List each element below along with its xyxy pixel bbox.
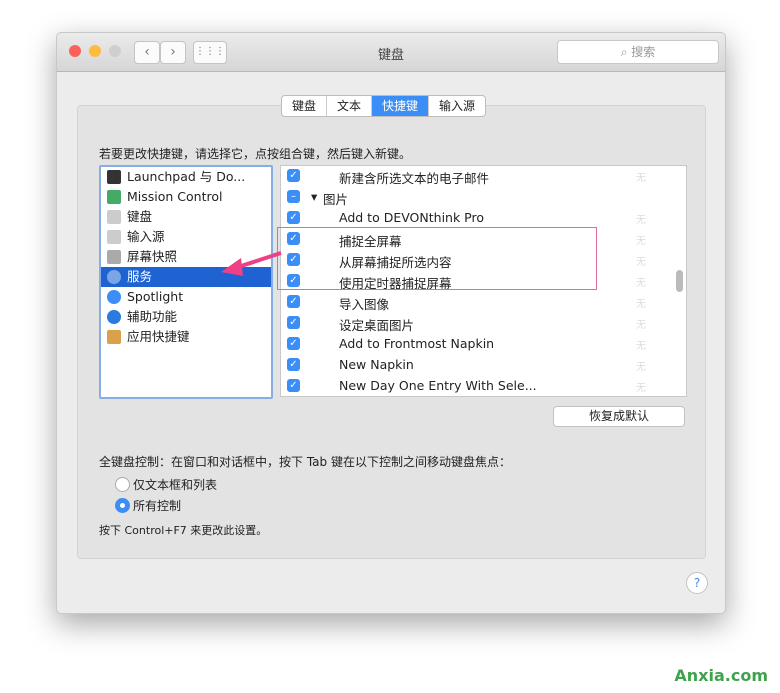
category-label: Launchpad 与 Do... [127, 169, 246, 184]
radio-all-controls[interactable] [115, 498, 130, 513]
category-item[interactable]: Mission Control [101, 187, 271, 207]
title-bar: ‹ › ⋮⋮⋮ 键盘 ⌕ 搜索 [57, 33, 725, 72]
tab-keyboard[interactable]: 键盘 [282, 96, 328, 116]
keyboard-preferences-window: ‹ › ⋮⋮⋮ 键盘 ⌕ 搜索 键盘 文本 快捷键 输入源 若要更改快捷键，请选… [56, 32, 726, 614]
mission-control-icon [107, 190, 121, 204]
category-item[interactable]: 辅助功能 [101, 307, 271, 327]
checkbox[interactable]: ✓ [287, 358, 300, 371]
restore-defaults-button[interactable]: 恢复成默认 [553, 406, 685, 427]
shortcut-key: 无 [636, 383, 646, 394]
shortcut-key: 无 [636, 341, 646, 352]
instruction-text: 若要更改快捷键，请选择它，点按组合键，然后键入新键。 [99, 147, 412, 161]
full-keyboard-label: 全键盘控制：在窗口和对话框中，按下 Tab 键在以下控制之间移动键盘焦点： [99, 455, 511, 469]
category-item[interactable]: 键盘 [101, 207, 271, 227]
shortcut-row[interactable]: ✓ New Napkin 无 [281, 355, 686, 376]
tab-bar: 键盘 文本 快捷键 输入源 [281, 95, 487, 117]
tab-shortcuts[interactable]: 快捷键 [372, 96, 430, 116]
category-label: 键盘 [127, 209, 153, 224]
checkbox[interactable]: ✓ [287, 316, 300, 329]
shortcut-key: 无 [636, 173, 646, 184]
category-label: Mission Control [127, 189, 223, 204]
checkbox[interactable]: – [287, 190, 300, 203]
highlight-box [277, 227, 597, 290]
checkbox[interactable]: ✓ [287, 379, 300, 392]
scrollbar-thumb[interactable] [676, 270, 683, 292]
search-placeholder: 搜索 [631, 45, 656, 59]
tab-input-sources[interactable]: 输入源 [429, 96, 485, 116]
checkbox[interactable]: ✓ [287, 337, 300, 350]
group-label: 图片 [323, 192, 349, 207]
keyboard-icon [107, 210, 121, 224]
shortcut-row[interactable]: – ▾ 图片 [281, 187, 686, 208]
shortcut-label: 新建含所选文本的电子邮件 [339, 171, 490, 186]
shortcut-note: 按下 Control+F7 来更改此设置。 [99, 524, 268, 537]
category-item[interactable]: 输入源 [101, 227, 271, 247]
shortcut-label: New Napkin [339, 357, 414, 372]
radio-text-boxes-only[interactable] [115, 477, 130, 492]
accessibility-icon [107, 310, 121, 324]
shortcut-row[interactable]: ✓ New Day One Entry With Sele... 无 [281, 376, 686, 396]
shortcut-key: 无 [636, 236, 646, 247]
checkbox[interactable]: ✓ [287, 295, 300, 308]
shortcut-row[interactable]: ✓ 导入图像 无 [281, 292, 686, 313]
shortcut-key: 无 [636, 362, 646, 373]
shortcut-row[interactable]: ✓ 新建含所选文本的电子邮件 无 [281, 166, 686, 187]
checkbox[interactable]: ✓ [287, 169, 300, 182]
radio-label-all-controls: 所有控制 [133, 499, 182, 513]
disclosure-triangle-icon[interactable]: ▾ [311, 189, 317, 204]
category-item[interactable]: Launchpad 与 Do... [101, 167, 271, 187]
shortcut-label: New Day One Entry With Sele... [339, 378, 537, 393]
shortcut-row[interactable]: ✓ 设定桌面图片 无 [281, 313, 686, 334]
shortcut-label: Add to DEVONthink Pro [339, 210, 485, 225]
category-item[interactable]: 应用快捷键 [101, 327, 271, 347]
checkbox[interactable]: ✓ [287, 211, 300, 224]
shortcut-row[interactable]: ✓ Add to DEVONthink Pro 无 [281, 208, 686, 229]
app-shortcuts-icon [107, 330, 121, 344]
shortcut-key: 无 [636, 299, 646, 310]
shortcut-key: 无 [636, 320, 646, 331]
gear-icon [107, 270, 121, 284]
spotlight-icon [107, 290, 121, 304]
category-item[interactable]: Spotlight [101, 287, 271, 307]
category-label: 输入源 [127, 229, 165, 244]
category-label: 应用快捷键 [127, 329, 190, 344]
shortcut-row[interactable]: ✓ Add to Frontmost Napkin 无 [281, 334, 686, 355]
keyboard-icon [107, 230, 121, 244]
shortcut-key: 无 [636, 278, 646, 289]
category-label: 辅助功能 [127, 309, 178, 324]
watermark-logo: Anxia.com [674, 666, 768, 685]
category-label: 服务 [127, 269, 153, 284]
shortcut-label: Add to Frontmost Napkin [339, 336, 495, 351]
launchpad-icon [107, 170, 121, 184]
screenshot-icon [107, 250, 121, 264]
radio-label-text-boxes: 仅文本框和列表 [133, 478, 218, 492]
category-label: Spotlight [127, 289, 184, 304]
category-label: 屏幕快照 [127, 249, 178, 264]
category-list[interactable]: Launchpad 与 Do... Mission Control 键盘输入源屏幕快… [99, 165, 273, 399]
search-field[interactable]: ⌕ 搜索 [557, 40, 719, 64]
shortcut-key: 无 [636, 257, 646, 268]
shortcut-key: 无 [636, 215, 646, 226]
search-icon: ⌕ [620, 45, 632, 59]
tab-text[interactable]: 文本 [327, 96, 373, 116]
help-button[interactable]: ? [686, 572, 708, 594]
shortcut-label: 导入图像 [339, 297, 390, 312]
annotation-arrow [221, 251, 282, 276]
shortcut-label: 设定桌面图片 [339, 318, 415, 333]
